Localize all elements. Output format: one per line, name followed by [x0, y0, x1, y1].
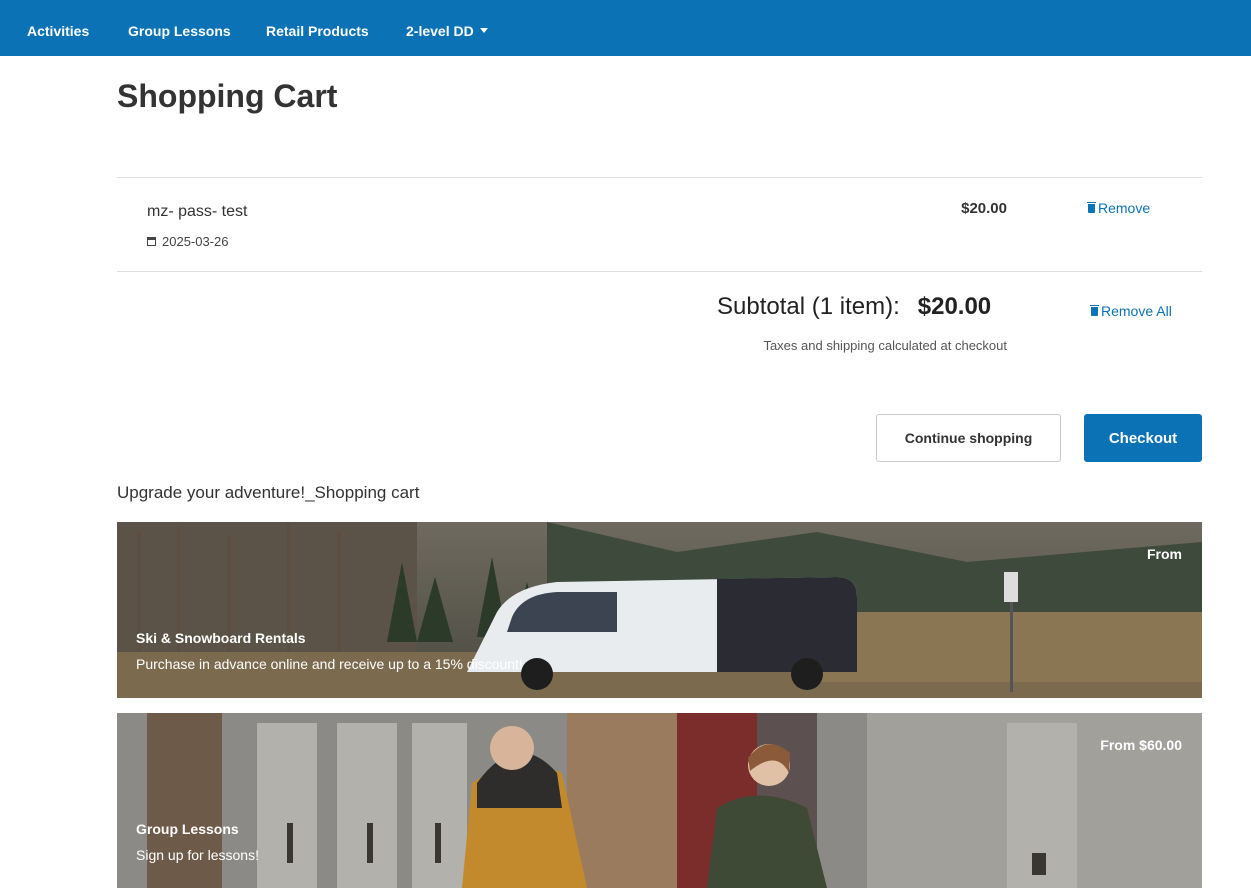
rentals-card-title: Ski & Snowboard Rentals	[136, 630, 306, 646]
calendar-icon	[147, 237, 156, 246]
group-lessons-card-price: From $60.00	[1100, 737, 1182, 753]
remove-item-link[interactable]: Remove	[1087, 200, 1151, 216]
nav-item-activities[interactable]: Activities	[27, 23, 89, 39]
checkout-button[interactable]: Checkout	[1084, 414, 1202, 462]
cart-divider-top	[117, 177, 1202, 178]
group-lessons-card-description: Sign up for lessons!	[136, 847, 259, 863]
cart-item-price: $20.00	[961, 200, 1007, 217]
nav-item-2-level-dd[interactable]: 2-level DD	[406, 23, 488, 39]
cart-item-date: 2025-03-26	[147, 234, 229, 249]
remove-all-link[interactable]: Remove All	[1090, 303, 1172, 319]
nav-item-group-lessons[interactable]: Group Lessons	[128, 23, 231, 39]
group-lessons-card-image	[117, 713, 1202, 888]
page-title: Shopping Cart	[117, 78, 338, 114]
rentals-card-description: Purchase in advance online and receive u…	[136, 656, 523, 672]
cart-item-name: mz- pass- test	[147, 203, 248, 220]
nav-item-2-level-dd-label: 2-level DD	[406, 23, 474, 39]
tax-note: Taxes and shipping calculated at checkou…	[763, 338, 1007, 353]
upsell-card-group-lessons[interactable]: From $60.00 Group Lessons Sign up for le…	[117, 713, 1202, 888]
subtotal: Subtotal (1 item): $20.00	[717, 293, 991, 321]
upsell-heading: Upgrade your adventure!_Shopping cart	[117, 483, 420, 502]
upsell-card-rentals[interactable]: From Ski & Snowboard Rentals Purchase in…	[117, 522, 1202, 698]
trash-icon	[1087, 201, 1096, 213]
trash-icon	[1090, 304, 1099, 316]
rentals-card-price: From	[1147, 546, 1182, 562]
chevron-down-icon	[479, 27, 488, 33]
nav-item-retail-products[interactable]: Retail Products	[266, 23, 369, 39]
cart-divider-bottom	[117, 271, 1202, 272]
cart-item-date-text: 2025-03-26	[162, 234, 229, 249]
remove-all-label: Remove All	[1101, 303, 1172, 319]
remove-item-label: Remove	[1098, 200, 1151, 216]
subtotal-label: Subtotal (1 item):	[717, 293, 900, 320]
subtotal-amount: $20.00	[917, 293, 992, 320]
group-lessons-card-title: Group Lessons	[136, 821, 239, 837]
continue-shopping-button[interactable]: Continue shopping	[876, 414, 1061, 462]
top-navbar: Activities Group Lessons Retail Products…	[0, 0, 1251, 56]
